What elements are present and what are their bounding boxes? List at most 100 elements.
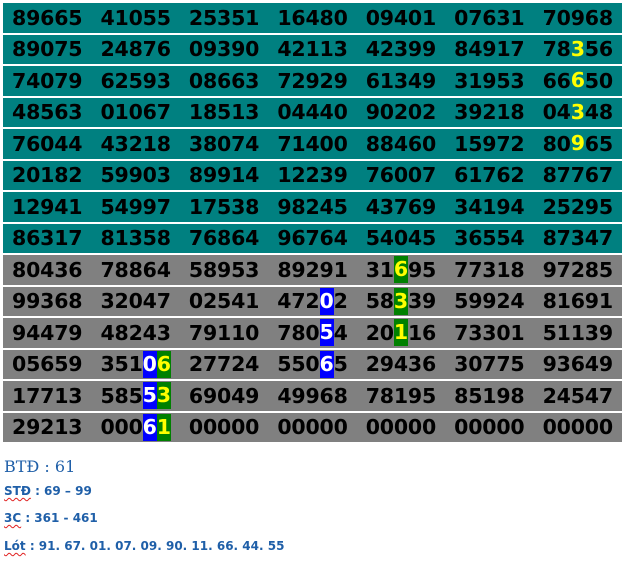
digit-group: 585 [100, 383, 143, 408]
grid-row: 94479 48243 79110 780 5 4 20 1 16 73301 51139 [3, 318, 622, 348]
number-cell: 87347 [542, 226, 614, 251]
highlighted-digit: 6 [570, 68, 585, 93]
number-cell: 74079 [12, 68, 83, 93]
number-cell: 12239 [277, 163, 348, 188]
number-cell: 72929 [277, 68, 348, 93]
btd-label: BTĐ [4, 457, 40, 476]
number-cell: 99368 [12, 289, 83, 314]
number-cell: 00000 [277, 415, 348, 440]
lot-value: : 91. 67. 01. 07. 09. 90. 11. 66. 44. 55 [25, 539, 285, 553]
number-cell: 69049 [188, 383, 260, 408]
number-cell: 43769 [365, 194, 437, 219]
highlighted-digit: 3 [570, 36, 585, 61]
highlighted-digit: 1 [393, 319, 408, 347]
grid-row: 05659 351 0 6 27724 550 6 5 29436 30775 93649 [3, 349, 622, 380]
number-cell: 00000 [188, 415, 260, 440]
number-cell: 41055 [100, 5, 171, 30]
number-cell: 17538 [188, 194, 260, 219]
digit-group: 39 [407, 289, 437, 314]
number-cell: 89291 [277, 257, 348, 282]
digit-group: 2 [333, 289, 348, 314]
number-cell: 77318 [454, 257, 525, 282]
number-cell: 88460 [365, 131, 437, 156]
number-cell: 86317 [12, 226, 83, 251]
btd-value: : 61 [39, 457, 76, 476]
number-cell: 08663 [188, 68, 260, 93]
digit-group: 000 [100, 415, 143, 440]
number-cell: 16480 [277, 5, 348, 30]
number-cell: 12941 [12, 194, 83, 219]
number-cell: 79110 [188, 320, 260, 345]
digit-group: 78 [542, 37, 571, 62]
number-cell: 59903 [100, 163, 171, 188]
digit-group: 95 [407, 257, 437, 282]
number-cell: 87767 [542, 163, 614, 188]
number-cell: 81358 [100, 226, 171, 251]
number-cell: 18513 [188, 100, 260, 125]
lot-line: Lót : 91. 67. 01. 07. 09. 90. 11. 66. 44… [4, 539, 284, 553]
number-cell: 48563 [12, 100, 83, 125]
number-cell: 76007 [365, 163, 437, 188]
number-cell: 61762 [454, 163, 525, 188]
digit-group: 50 [584, 68, 613, 93]
digit-group: 56 [584, 37, 613, 62]
grid-row: 76044 43218 38074 71400 88460 15972 80 9 65 [3, 129, 622, 159]
number-cell: 36554 [454, 226, 525, 251]
std-line: STĐ : 69 – 99 [4, 484, 92, 498]
number-cell: 04440 [277, 100, 348, 125]
number-grid: 89665 41055 25351 16480 09401 07631 70968 89075… [3, 3, 622, 444]
number-cell: 70968 [542, 5, 614, 30]
digit-group: 5 [333, 352, 348, 377]
grid-row: 99368 32047 02541 472 0 2 58 3 39 59924 81691 [3, 286, 622, 317]
digit-group: 80 [542, 131, 571, 156]
number-cell: 90202 [365, 100, 437, 125]
highlighted-digit: 6 [156, 350, 171, 378]
grid-row: 74079 62593 08663 72929 61349 31953 66 6 50 [3, 66, 622, 96]
bc-label: 3C [4, 511, 22, 525]
number-cell: 31953 [454, 68, 525, 93]
number-cell: 84917 [454, 37, 525, 62]
number-cell: 30775 [454, 352, 525, 377]
highlighted-digit: 6 [393, 256, 408, 284]
digit-group: 20 [365, 320, 394, 345]
number-cell: 20 1 16 [357, 318, 445, 348]
digit-group: 65 [584, 131, 613, 156]
digit-group: 4 [333, 320, 348, 345]
number-cell: 42113 [277, 37, 348, 62]
number-cell: 49968 [277, 383, 348, 408]
number-cell: 54045 [365, 226, 437, 251]
highlighted-digit: 1 [156, 413, 171, 441]
number-cell: 04 3 48 [534, 98, 622, 128]
highlighted-digit: 5 [142, 382, 157, 410]
digit-group: 780 [277, 320, 320, 345]
number-cell: 59924 [454, 289, 525, 314]
number-cell: 61349 [365, 68, 437, 93]
grid-row: 48563 01067 18513 04440 90202 39218 04 3 48 [3, 97, 622, 128]
number-cell: 00000 [365, 415, 437, 440]
grid-row: 20182 59903 89914 12239 76007 61762 87767 [3, 160, 622, 190]
highlighted-digit: 3 [156, 382, 171, 410]
number-cell: 32047 [100, 289, 171, 314]
grid-row: 17713 585 5 3 69049 49968 78195 85198 24547 [3, 381, 622, 411]
highlighted-digit: 6 [319, 350, 334, 378]
std-label: STĐ [4, 484, 31, 498]
number-cell: 89075 [12, 37, 83, 62]
number-cell: 09390 [188, 37, 260, 62]
number-cell: 58 3 39 [357, 287, 445, 317]
highlighted-digit: 6 [142, 413, 157, 441]
number-cell: 00000 [542, 415, 614, 440]
grid-row: 12941 54997 17538 98245 43769 34194 25295 [3, 192, 622, 222]
digit-group: 550 [277, 352, 320, 377]
number-cell: 48243 [100, 320, 171, 345]
number-cell: 550 6 5 [268, 350, 356, 380]
btd-line: BTĐ : 61 [4, 457, 75, 476]
number-cell: 24547 [542, 383, 614, 408]
grid-row: 86317 81358 76864 96764 54045 36554 87347 [3, 223, 622, 253]
highlighted-digit: 0 [142, 350, 157, 378]
number-cell: 98245 [277, 194, 348, 219]
bc-value: : 361 - 461 [21, 511, 98, 525]
number-cell: 80 9 65 [534, 129, 622, 159]
number-cell: 20182 [12, 163, 83, 188]
number-cell: 89665 [12, 5, 83, 30]
number-cell: 17713 [12, 383, 83, 408]
